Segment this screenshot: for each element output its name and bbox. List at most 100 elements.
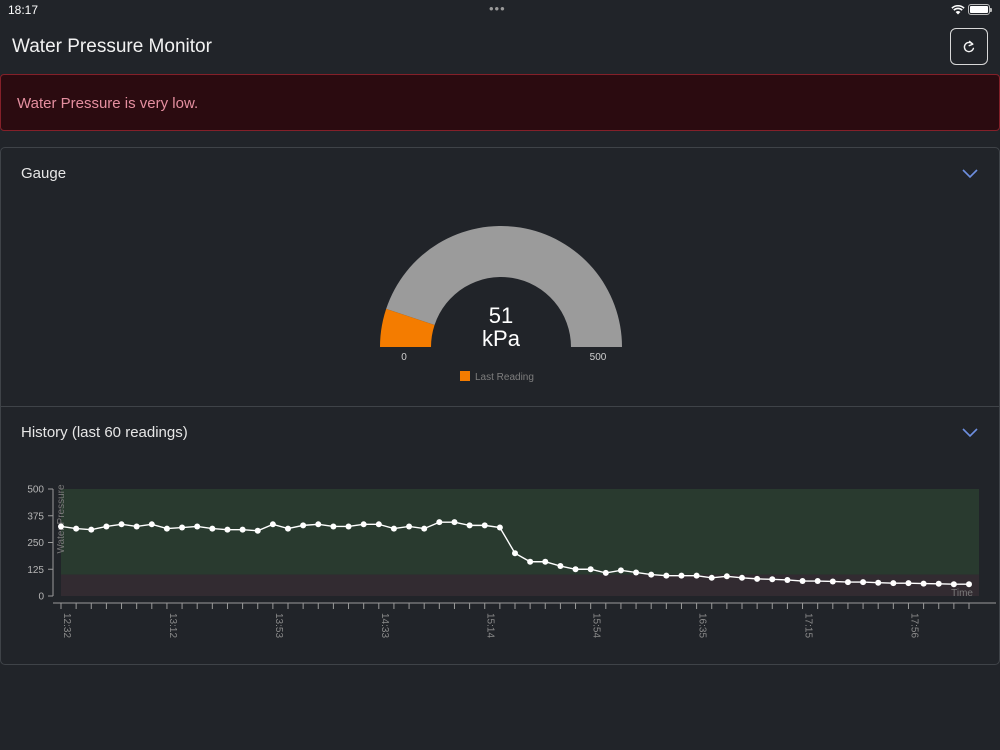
- data-point: [88, 526, 95, 533]
- wifi-icon: [951, 4, 965, 15]
- y-tick-label: 250: [27, 538, 44, 549]
- section-divider: [1, 406, 999, 407]
- gauge-value: 51: [489, 303, 513, 328]
- data-point: [844, 579, 851, 586]
- data-point: [360, 521, 367, 528]
- data-point: [406, 523, 413, 530]
- data-point: [194, 523, 201, 530]
- data-point: [905, 580, 912, 587]
- data-point: [375, 521, 382, 528]
- data-point: [814, 578, 821, 585]
- status-time: 18:17: [8, 3, 39, 17]
- y-axis-label: Water Pressure: [56, 484, 67, 554]
- monitor-card: Gauge 51 kPa 0 500 Last Reading History …: [0, 147, 1000, 665]
- data-point: [950, 581, 957, 588]
- data-point: [421, 525, 428, 532]
- data-point: [890, 580, 897, 587]
- data-point: [648, 571, 655, 578]
- data-point: [693, 572, 700, 579]
- data-point: [708, 574, 715, 581]
- data-point: [527, 558, 534, 565]
- multitasking-dots-icon[interactable]: •••: [489, 1, 506, 16]
- gauge-legend-swatch: [460, 371, 470, 381]
- gauge-max-label: 500: [590, 352, 607, 363]
- gauge-collapse-chevron-icon[interactable]: [961, 168, 979, 180]
- x-tick-label: 15:54: [591, 613, 602, 638]
- data-point: [512, 550, 518, 557]
- data-point: [617, 567, 624, 574]
- data-point: [466, 522, 473, 529]
- data-point: [451, 519, 458, 526]
- data-point: [587, 566, 594, 573]
- battery-icon: [968, 4, 992, 15]
- x-tick-label: 17:15: [803, 613, 814, 638]
- gauge-legend-label: Last Reading: [475, 372, 534, 383]
- data-point: [269, 521, 276, 528]
- x-tick-label: 14:33: [379, 613, 390, 638]
- data-point: [920, 580, 927, 587]
- y-tick-label: 500: [27, 485, 44, 496]
- threshold-band: [61, 574, 979, 596]
- data-point: [935, 580, 942, 587]
- data-point: [542, 558, 549, 565]
- data-point: [481, 522, 488, 529]
- pressure-gauge: 51 kPa 0 500 Last Reading: [380, 226, 622, 383]
- history-collapse-chevron-icon[interactable]: [961, 427, 979, 439]
- history-section-title[interactable]: History (last 60 readings): [21, 424, 188, 441]
- gauge-min-label: 0: [401, 352, 407, 363]
- page-title: Water Pressure Monitor: [12, 36, 212, 57]
- x-tick-label: 12:32: [61, 613, 72, 638]
- data-point: [345, 523, 352, 530]
- data-point: [875, 579, 882, 586]
- alert-message: Water Pressure is very low.: [17, 95, 199, 112]
- data-point: [390, 525, 397, 532]
- data-point: [678, 572, 685, 579]
- status-bar: 18:17 •••: [0, 0, 1000, 20]
- x-tick-label: 16:35: [697, 613, 708, 638]
- data-point: [118, 521, 125, 528]
- data-point: [300, 522, 307, 529]
- data-point: [330, 523, 337, 530]
- data-point: [754, 575, 761, 582]
- data-point: [58, 523, 64, 530]
- threshold-band: [61, 489, 979, 575]
- data-point: [148, 521, 155, 528]
- data-point: [966, 581, 972, 588]
- data-point: [133, 523, 140, 530]
- data-point: [285, 525, 291, 532]
- gauge-unit: kPa: [482, 326, 521, 351]
- data-point: [784, 576, 791, 583]
- low-pressure-alert: Water Pressure is very low.: [0, 74, 1000, 131]
- refresh-button[interactable]: [950, 28, 988, 65]
- y-tick-label: 125: [27, 565, 44, 576]
- data-point: [860, 579, 867, 586]
- refresh-icon: [963, 40, 975, 52]
- data-point: [239, 526, 246, 533]
- x-tick-label: 13:12: [167, 613, 178, 638]
- data-point: [496, 524, 503, 531]
- y-tick-label: 0: [38, 592, 44, 603]
- data-point: [572, 566, 579, 573]
- data-point: [436, 519, 443, 526]
- x-tick-label: 15:14: [485, 613, 496, 638]
- data-point: [254, 527, 261, 534]
- data-point: [163, 525, 170, 532]
- data-point: [224, 526, 231, 533]
- data-point: [663, 572, 670, 579]
- gauge-section-title[interactable]: Gauge: [21, 165, 66, 182]
- history-chart: 0 125 250 375 500 12:32 13:12 13:53 14:33 15:14 1…: [27, 484, 996, 638]
- data-point: [73, 525, 80, 532]
- data-point: [315, 521, 322, 528]
- data-point: [723, 573, 730, 580]
- data-point: [633, 569, 640, 576]
- data-point: [602, 569, 609, 576]
- data-point: [829, 578, 836, 585]
- data-point: [557, 563, 564, 570]
- data-point: [209, 525, 216, 532]
- y-tick-label: 375: [27, 511, 44, 522]
- data-point: [769, 576, 776, 583]
- data-point: [103, 523, 110, 530]
- x-tick-label: 13:53: [273, 613, 284, 638]
- x-axis-label: Time: [951, 588, 973, 599]
- data-point: [179, 524, 186, 531]
